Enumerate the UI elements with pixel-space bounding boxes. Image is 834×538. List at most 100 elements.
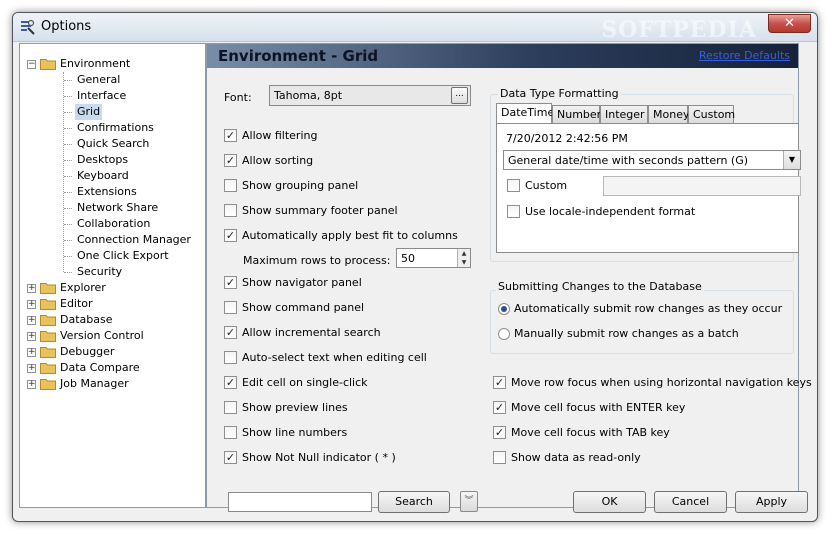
title-bar[interactable]: Options SOFTPEDIA ✕ <box>13 13 817 43</box>
tree-item-label: One Click Export <box>77 249 169 262</box>
checkbox-box[interactable]: ✓ <box>493 376 506 389</box>
pattern-select[interactable]: General date/time with seconds pattern (… <box>503 150 801 170</box>
folder-icon <box>40 362 56 374</box>
collapse-icon[interactable]: − <box>27 60 36 69</box>
custom-label: Custom <box>525 179 568 192</box>
tree-item-label: Extensions <box>77 185 137 198</box>
tree-item-quick-search[interactable]: Quick Search <box>20 136 205 152</box>
radio-button[interactable] <box>498 303 510 315</box>
locale-checkbox[interactable] <box>507 205 520 218</box>
checkbox-box[interactable]: ✓ <box>224 376 237 389</box>
search-input[interactable] <box>228 492 372 512</box>
max-rows-stepper[interactable]: 50 ▲ ▼ <box>396 248 471 268</box>
close-button[interactable]: ✕ <box>768 14 811 33</box>
tree-item-label: Quick Search <box>77 137 150 150</box>
tree-item-general[interactable]: General <box>20 72 205 88</box>
tree-connector <box>64 256 72 257</box>
spin-down-icon[interactable]: ▼ <box>458 258 470 267</box>
checkbox-box[interactable]: ✓ <box>224 154 237 167</box>
options-tree[interactable]: − Environment General Interface Grid Confirma… <box>19 43 206 508</box>
tree-item-connection-manager[interactable]: Connection Manager <box>20 232 205 248</box>
expand-icon[interactable]: + <box>27 380 36 389</box>
chevron-down-icon[interactable]: ▼ <box>783 151 800 169</box>
tab-money[interactable]: Money <box>648 105 689 123</box>
tree-item-keyboard[interactable]: Keyboard <box>20 168 205 184</box>
tree-item-interface[interactable]: Interface <box>20 88 205 104</box>
tree-item-label: General <box>77 73 121 86</box>
checkbox-box[interactable] <box>224 401 237 414</box>
spin-up-icon[interactable]: ▲ <box>458 249 470 258</box>
tree-item-version-control[interactable]: + Version Control <box>20 328 205 344</box>
expand-icon[interactable]: + <box>27 316 36 325</box>
tab-datetime[interactable]: DateTime <box>496 103 554 124</box>
tree-item-debugger[interactable]: + Debugger <box>20 344 205 360</box>
tab-number[interactable]: Number <box>552 105 601 123</box>
data-type-group-title: Data Type Formatting <box>498 87 621 100</box>
tree-item-collaboration[interactable]: Collaboration <box>20 216 205 232</box>
softpedia-watermark: SOFTPEDIA <box>601 17 757 43</box>
checkbox-label: Show line numbers <box>242 426 348 439</box>
expand-icon[interactable]: + <box>27 348 36 357</box>
custom-format-input[interactable] <box>603 176 801 196</box>
tab-integer[interactable]: Integer <box>600 105 648 123</box>
ok-button[interactable]: OK <box>573 491 646 513</box>
tree-item-label: Database <box>60 313 113 326</box>
checkbox-box[interactable]: ✓ <box>224 129 237 142</box>
tree-item-label: Explorer <box>60 281 106 294</box>
checkbox-box[interactable] <box>224 301 237 314</box>
tree-item-one-click-export[interactable]: One Click Export <box>20 248 205 264</box>
checkbox-label: Automatically apply best fit to columns <box>242 229 458 242</box>
checkbox-box[interactable]: ✓ <box>224 229 237 242</box>
expand-icon[interactable]: + <box>27 284 36 293</box>
checkbox-box[interactable]: ✓ <box>224 451 237 464</box>
datetime-tab-page: 7/20/2012 2:42:56 PM General date/time w… <box>496 123 801 253</box>
tree-item-label: Environment <box>60 57 131 70</box>
tree-item-extensions[interactable]: Extensions <box>20 184 205 200</box>
checkbox-label: Allow filtering <box>242 129 318 142</box>
folder-open-icon <box>40 58 56 70</box>
tree-item-label: Security <box>77 265 123 278</box>
tree-item-environment[interactable]: − Environment <box>20 56 205 72</box>
cancel-button[interactable]: Cancel <box>654 491 727 513</box>
expand-icon[interactable]: + <box>27 332 36 341</box>
checkbox-box[interactable]: ✓ <box>493 401 506 414</box>
checkbox-box[interactable] <box>493 451 506 464</box>
checkbox-box[interactable]: ✓ <box>224 276 237 289</box>
tree-item-label: Data Compare <box>60 361 140 374</box>
font-browse-button[interactable]: ... <box>451 87 468 104</box>
checkbox-box[interactable]: ✓ <box>493 426 506 439</box>
radio-label: Automatically submit row changes as they… <box>514 302 783 315</box>
tab-custom[interactable]: Custom <box>688 105 735 123</box>
custom-checkbox[interactable] <box>507 179 520 192</box>
tree-item-security[interactable]: Security <box>20 264 205 280</box>
expand-icon[interactable]: + <box>27 364 36 373</box>
page-title: Environment - Grid <box>218 47 379 65</box>
tree-item-data-compare[interactable]: + Data Compare <box>20 360 205 376</box>
tree-item-database[interactable]: + Database <box>20 312 205 328</box>
tree-item-explorer[interactable]: + Explorer <box>20 280 205 296</box>
restore-defaults-link[interactable]: Restore Defaults <box>699 49 790 62</box>
font-field[interactable]: Tahoma, 8pt <box>269 85 471 106</box>
tree-item-label: Network Share <box>77 201 159 214</box>
spin-arrows[interactable]: ▲ ▼ <box>457 249 470 267</box>
apply-button[interactable]: Apply <box>735 491 808 513</box>
tree-item-confirmations[interactable]: Confirmations <box>20 120 205 136</box>
checkbox-box[interactable] <box>224 179 237 192</box>
tree-item-job-manager[interactable]: + Job Manager <box>20 376 205 392</box>
tree-item-network-share[interactable]: Network Share <box>20 200 205 216</box>
expand-down-icon[interactable]: ︾ <box>460 491 478 512</box>
tree-item-desktops[interactable]: Desktops <box>20 152 205 168</box>
checkbox-box[interactable] <box>224 426 237 439</box>
checkbox-label: Show preview lines <box>242 401 348 414</box>
checkbox-box[interactable] <box>224 351 237 364</box>
checkbox-label: Move cell focus with TAB key <box>511 426 670 439</box>
checkbox-box[interactable]: ✓ <box>224 326 237 339</box>
radio-button[interactable] <box>498 328 510 340</box>
expand-icon[interactable]: + <box>27 300 36 309</box>
checkbox-box[interactable] <box>224 204 237 217</box>
tree-item-editor[interactable]: + Editor <box>20 296 205 312</box>
tree-item-label: Connection Manager <box>77 233 191 246</box>
tree-item-grid[interactable]: Grid <box>20 104 205 120</box>
datetime-sample: 7/20/2012 2:42:56 PM <box>506 132 628 145</box>
search-button[interactable]: Search <box>378 491 450 513</box>
